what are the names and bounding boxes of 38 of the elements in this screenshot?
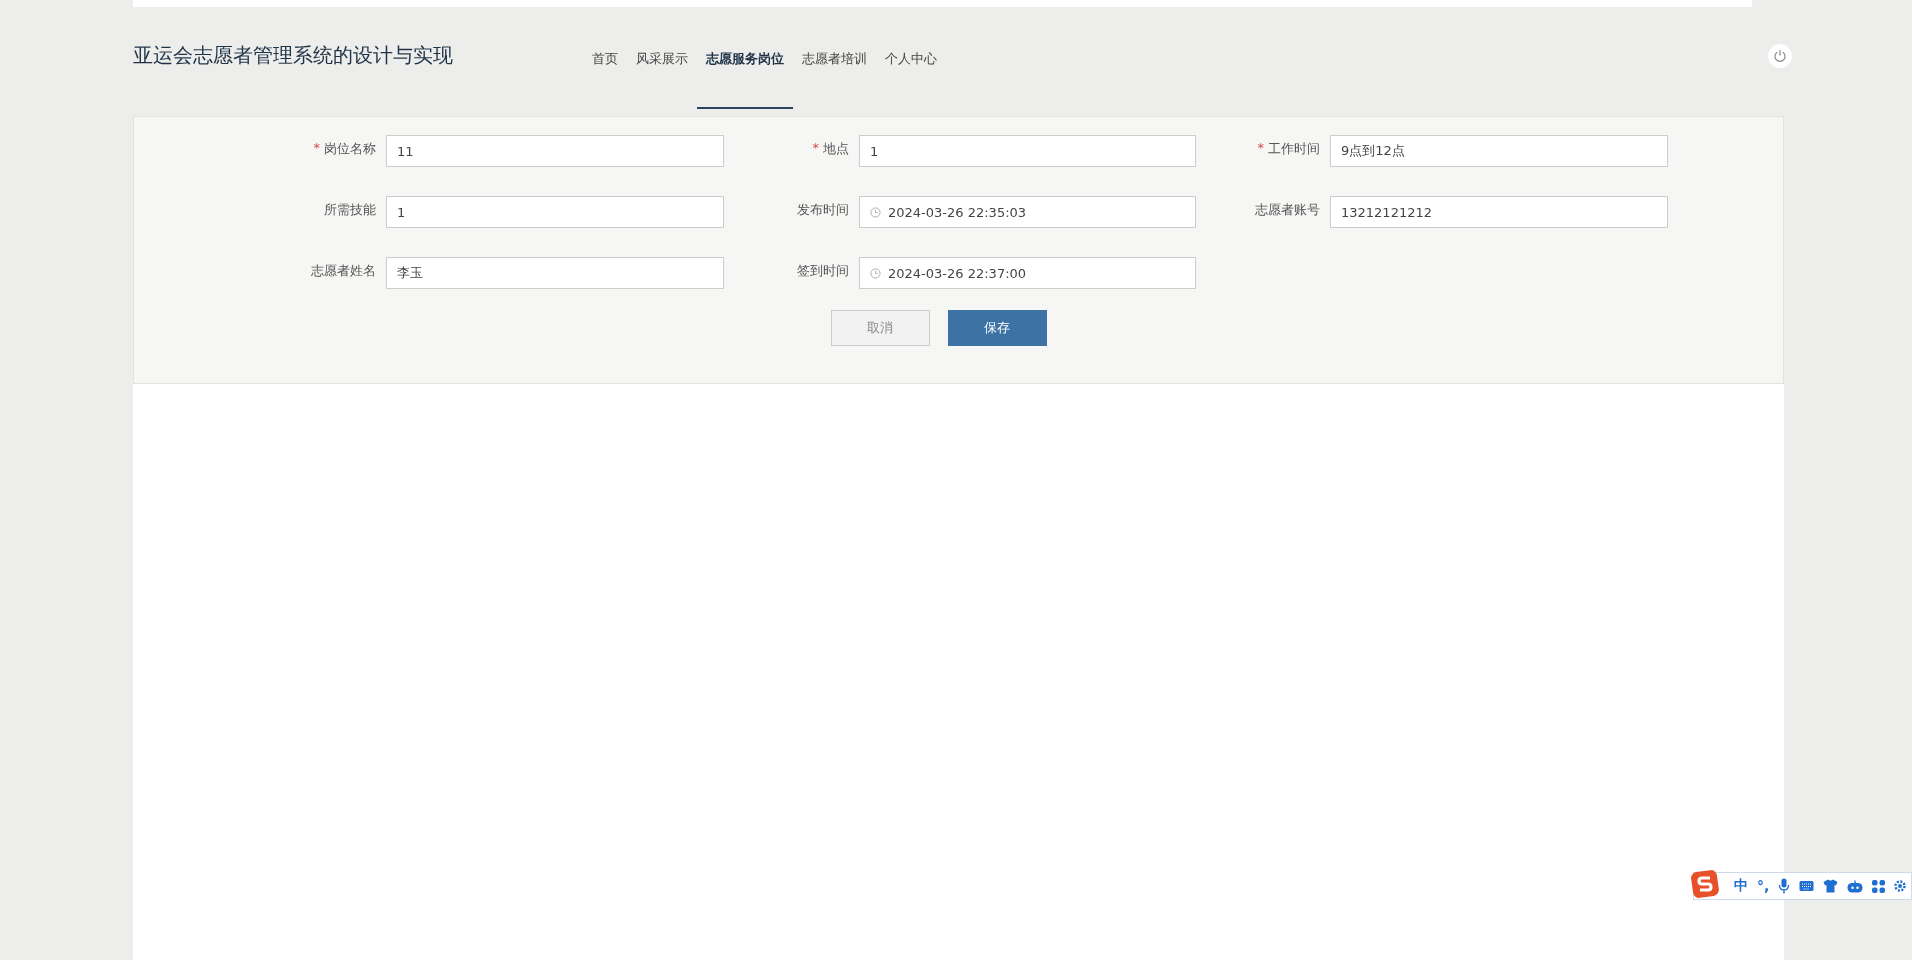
settings-icon[interactable]: [1894, 879, 1907, 893]
nav-tab[interactable]: 风采展示: [627, 22, 697, 109]
field-label: 所需技能: [324, 201, 376, 219]
clock-icon: [870, 268, 881, 279]
shirt-icon[interactable]: [1823, 879, 1839, 893]
nav-tab[interactable]: 首页: [583, 22, 627, 109]
apps-icon[interactable]: [1872, 879, 1886, 893]
required-mark: *: [1257, 140, 1264, 157]
microphone-icon[interactable]: [1778, 878, 1791, 894]
field-label: 地点: [823, 140, 849, 158]
input-field[interactable]: 1: [386, 196, 724, 228]
punctuation-button[interactable]: °,: [1757, 878, 1770, 894]
input-field[interactable]: 1: [859, 135, 1196, 167]
field-label: 签到时间: [797, 262, 849, 280]
field-label: 岗位名称: [324, 140, 376, 158]
site-title: 亚运会志愿者管理系统的设计与实现: [133, 42, 454, 69]
input-field[interactable]: 9点到12点: [1330, 135, 1668, 167]
field-label: 志愿者姓名: [311, 262, 376, 280]
input-field[interactable]: 李玉: [386, 257, 724, 289]
ime-mode-button[interactable]: 中: [1734, 877, 1748, 895]
date-time-field[interactable]: 2024-03-26 22:35:03: [859, 196, 1196, 228]
required-mark: *: [313, 140, 320, 157]
clock-icon: [870, 207, 881, 218]
logout-button[interactable]: [1768, 43, 1792, 68]
date-time-field[interactable]: 2024-03-26 22:37:00: [859, 257, 1196, 289]
nav-tab[interactable]: 志愿者培训: [793, 22, 876, 109]
field-label: 志愿者账号: [1255, 201, 1320, 219]
field-label: 发布时间: [797, 201, 849, 219]
save-button[interactable]: 保存: [947, 310, 1047, 346]
power-icon: [1773, 48, 1787, 63]
field-label: 工作时间: [1268, 140, 1320, 158]
input-field[interactable]: 13212121212: [1330, 196, 1668, 228]
robot-icon[interactable]: [1847, 879, 1864, 893]
nav-tab[interactable]: 个人中心: [876, 22, 946, 109]
input-field[interactable]: 11: [386, 135, 724, 167]
nav-tab[interactable]: 志愿服务岗位: [697, 22, 793, 109]
required-mark: *: [812, 140, 819, 157]
keyboard-icon[interactable]: [1799, 880, 1815, 892]
